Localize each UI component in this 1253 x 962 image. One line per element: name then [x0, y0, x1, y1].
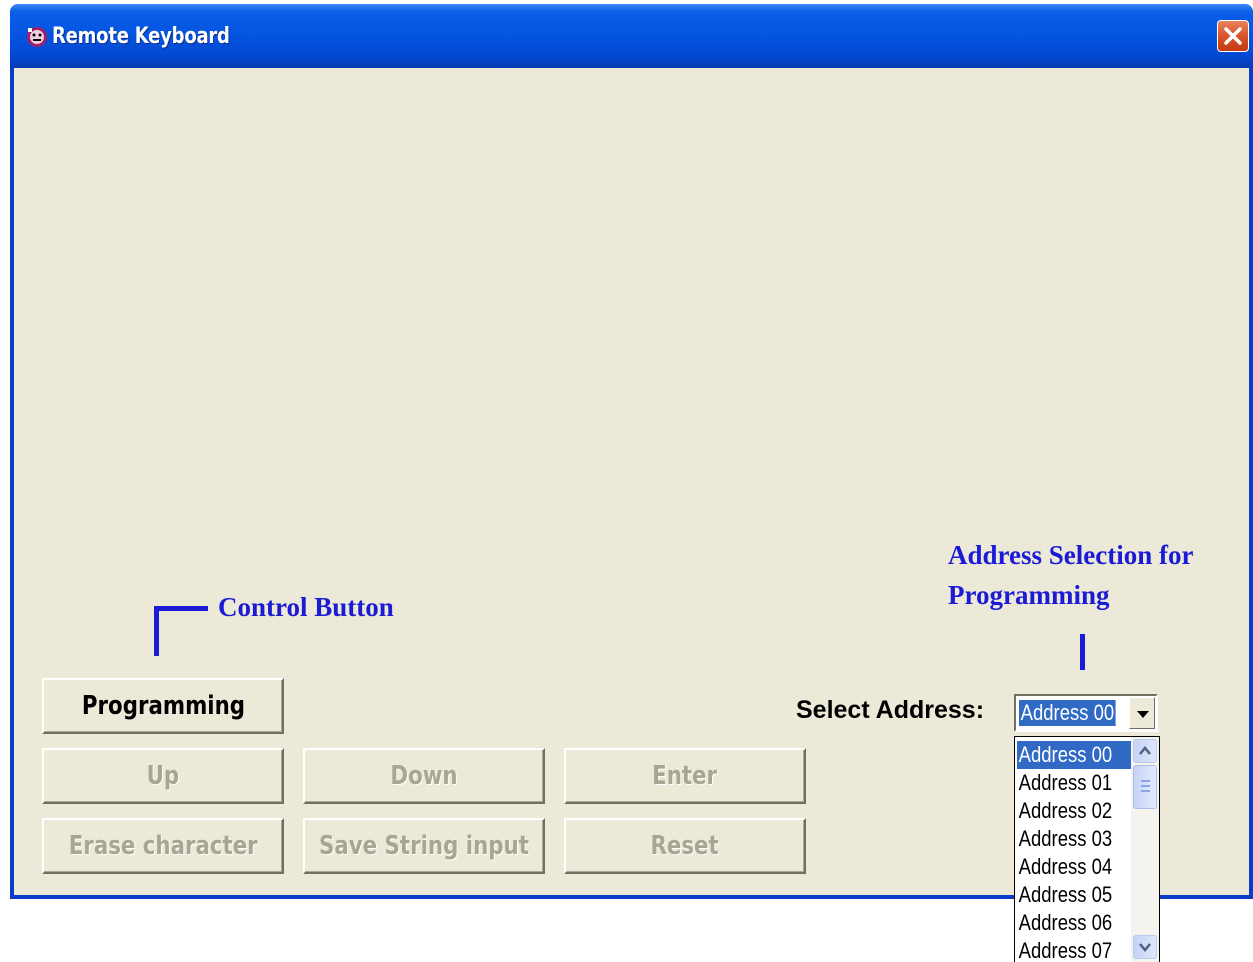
- programming-button[interactable]: Programming: [42, 678, 284, 734]
- dropdown-option[interactable]: Address 02: [1017, 797, 1131, 825]
- close-icon: [1224, 27, 1242, 45]
- up-button-label: Up: [146, 761, 180, 791]
- dropdown-option[interactable]: Address 01: [1017, 769, 1131, 797]
- dropdown-option[interactable]: Address 03: [1017, 825, 1131, 853]
- address-select-value: Address 00: [1019, 700, 1116, 726]
- control-button-bracket-horizontal: [154, 606, 208, 611]
- dropdown-scrollbar[interactable]: [1131, 737, 1159, 962]
- dropdown-option-label: Address 00: [1018, 742, 1113, 767]
- thumb-grip: [1141, 785, 1150, 787]
- chevron-down-icon: [1139, 943, 1151, 952]
- control-button-bracket-vertical: [154, 608, 159, 656]
- dropdown-option[interactable]: Address 05: [1017, 881, 1131, 909]
- title-bar[interactable]: Remote Keyboard: [10, 4, 1253, 68]
- thumb-grip: [1141, 790, 1150, 792]
- dropdown-option-label: Address 01: [1018, 770, 1113, 795]
- close-button[interactable]: [1217, 20, 1249, 52]
- reset-button[interactable]: Reset: [564, 818, 806, 874]
- enter-button-label: Enter: [652, 761, 718, 791]
- erase-character-button-label: Erase character: [68, 831, 258, 861]
- down-button-label: Down: [390, 761, 458, 791]
- thumb-grip: [1141, 780, 1150, 782]
- dropdown-option[interactable]: Address 00: [1017, 741, 1131, 769]
- control-button-annotation: Control Button: [218, 592, 394, 622]
- chevron-up-icon: [1139, 746, 1151, 755]
- chevron-down-icon[interactable]: [1129, 697, 1155, 729]
- address-selection-annotation-line2: Programming: [948, 580, 1110, 610]
- up-button[interactable]: Up: [42, 748, 284, 804]
- dropdown-option-label: Address 06: [1018, 910, 1113, 935]
- save-string-input-button-label: Save String input: [319, 831, 529, 861]
- dropdown-option-label: Address 04: [1018, 854, 1113, 879]
- scroll-down-button[interactable]: [1133, 935, 1157, 959]
- dropdown-option[interactable]: Address 04: [1017, 853, 1131, 881]
- gear-face-icon: [27, 27, 47, 47]
- erase-character-button[interactable]: Erase character: [42, 818, 284, 874]
- address-select[interactable]: Address 00: [1014, 694, 1158, 732]
- dropdown-option-label: Address 03: [1018, 826, 1113, 851]
- enter-button[interactable]: Enter: [564, 748, 806, 804]
- dropdown-option-label: Address 05: [1018, 882, 1113, 907]
- reset-button-label: Reset: [650, 831, 720, 861]
- address-selection-annotation-line1: Address Selection for: [948, 540, 1194, 570]
- programming-button-label: Programming: [81, 691, 245, 721]
- select-address-label: Select Address:: [796, 696, 985, 724]
- dropdown-option-label: Address 02: [1018, 798, 1113, 823]
- down-button[interactable]: Down: [303, 748, 545, 804]
- dropdown-option[interactable]: Address 07: [1017, 937, 1131, 962]
- address-selection-pointer: [1080, 634, 1085, 670]
- scroll-up-button[interactable]: [1133, 739, 1157, 763]
- scroll-thumb[interactable]: [1133, 765, 1157, 809]
- dropdown-option-label: Address 07: [1018, 938, 1113, 962]
- dropdown-option[interactable]: Address 06: [1017, 909, 1131, 937]
- address-dropdown-list: Address 00 Address 01 Address 02 Address…: [1014, 736, 1160, 962]
- save-string-input-button[interactable]: Save String input: [303, 818, 545, 874]
- window-title: Remote Keyboard: [52, 24, 230, 49]
